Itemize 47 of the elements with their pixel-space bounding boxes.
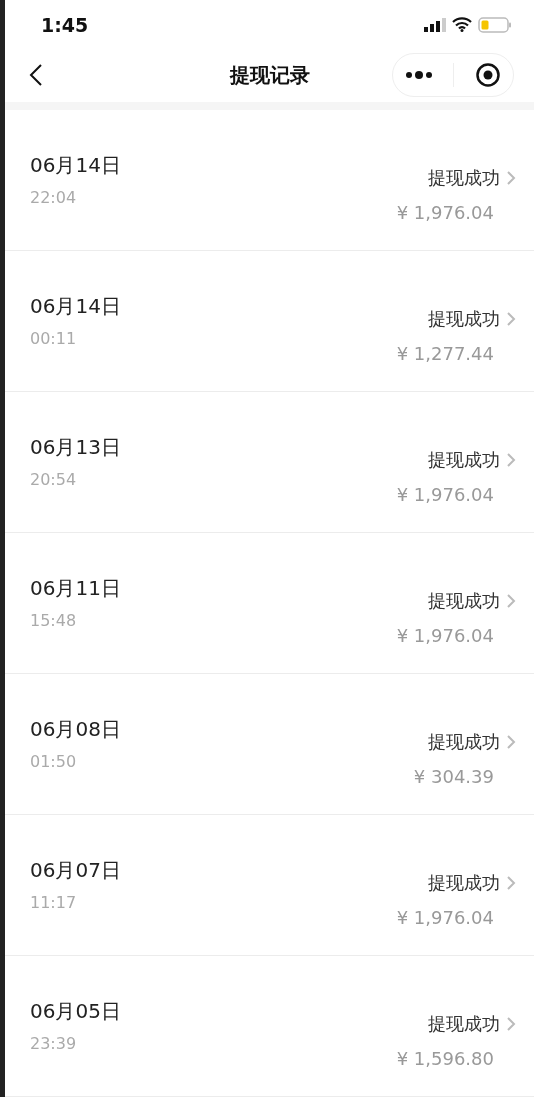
record-row[interactable]: 06月07日 11:17 提现成功 ¥ 1,976.04 [5, 815, 534, 956]
record-date: 06月14日 [30, 152, 121, 179]
record-amount: ¥ 1,277.44 [396, 343, 494, 364]
record-amount: ¥ 1,976.04 [396, 907, 494, 928]
record-status: 提现成功 [428, 307, 500, 331]
record-time: 23:39 [30, 1034, 78, 1053]
chevron-icon [506, 311, 516, 327]
record-date: 06月07日 [30, 857, 121, 884]
record-amount: ¥ 1,976.04 [396, 202, 494, 223]
record-time: 11:17 [30, 893, 78, 912]
record-time: 20:54 [30, 470, 78, 489]
record-amount: ¥ 1,976.04 [396, 625, 494, 646]
record-row[interactable]: 06月14日 00:11 提现成功 ¥ 1,277.44 [5, 251, 534, 392]
record-status: 提现成功 [428, 730, 500, 754]
status-time: 1:45 [41, 13, 89, 36]
chevron-icon [506, 170, 516, 186]
record-date: 06月13日 [30, 434, 121, 461]
record-row[interactable]: 06月13日 20:54 提现成功 ¥ 1,976.04 [5, 392, 534, 533]
record-status: 提现成功 [428, 871, 500, 895]
chevron-icon [506, 1016, 516, 1032]
signal-icon [424, 17, 446, 32]
record-row[interactable]: 06月05日 23:39 提现成功 ¥ 1,596.80 [5, 956, 534, 1097]
record-status: 提现成功 [428, 589, 500, 613]
record-date: 06月05日 [30, 998, 121, 1025]
record-amount: ¥ 304.39 [413, 766, 494, 787]
record-row[interactable]: 06月11日 15:48 提现成功 ¥ 1,976.04 [5, 533, 534, 674]
record-row[interactable]: 06月14日 22:04 提现成功 ¥ 1,976.04 [5, 110, 534, 251]
record-amount: ¥ 1,976.04 [396, 484, 494, 505]
wifi-icon [452, 17, 472, 33]
chevron-icon [506, 875, 516, 891]
chevron-icon [506, 593, 516, 609]
record-time: 00:11 [30, 329, 78, 348]
record-row[interactable]: 06月08日 01:50 提现成功 ¥ 304.39 [5, 674, 534, 815]
record-status: 提现成功 [428, 448, 500, 472]
record-amount: ¥ 1,596.80 [396, 1048, 494, 1069]
record-time: 22:04 [30, 188, 78, 207]
chevron-icon [506, 452, 516, 468]
record-status: 提现成功 [428, 1012, 500, 1036]
page-title: 提现记录 [229, 61, 310, 89]
record-date: 06月11日 [30, 575, 121, 602]
record-time: 01:50 [30, 752, 78, 771]
record-date: 06月14日 [30, 293, 121, 320]
record-date: 06月08日 [30, 716, 121, 743]
chevron-icon [506, 734, 516, 750]
record-time: 15:48 [30, 611, 78, 630]
battery-icon [478, 16, 512, 33]
record-status: 提现成功 [428, 166, 500, 190]
